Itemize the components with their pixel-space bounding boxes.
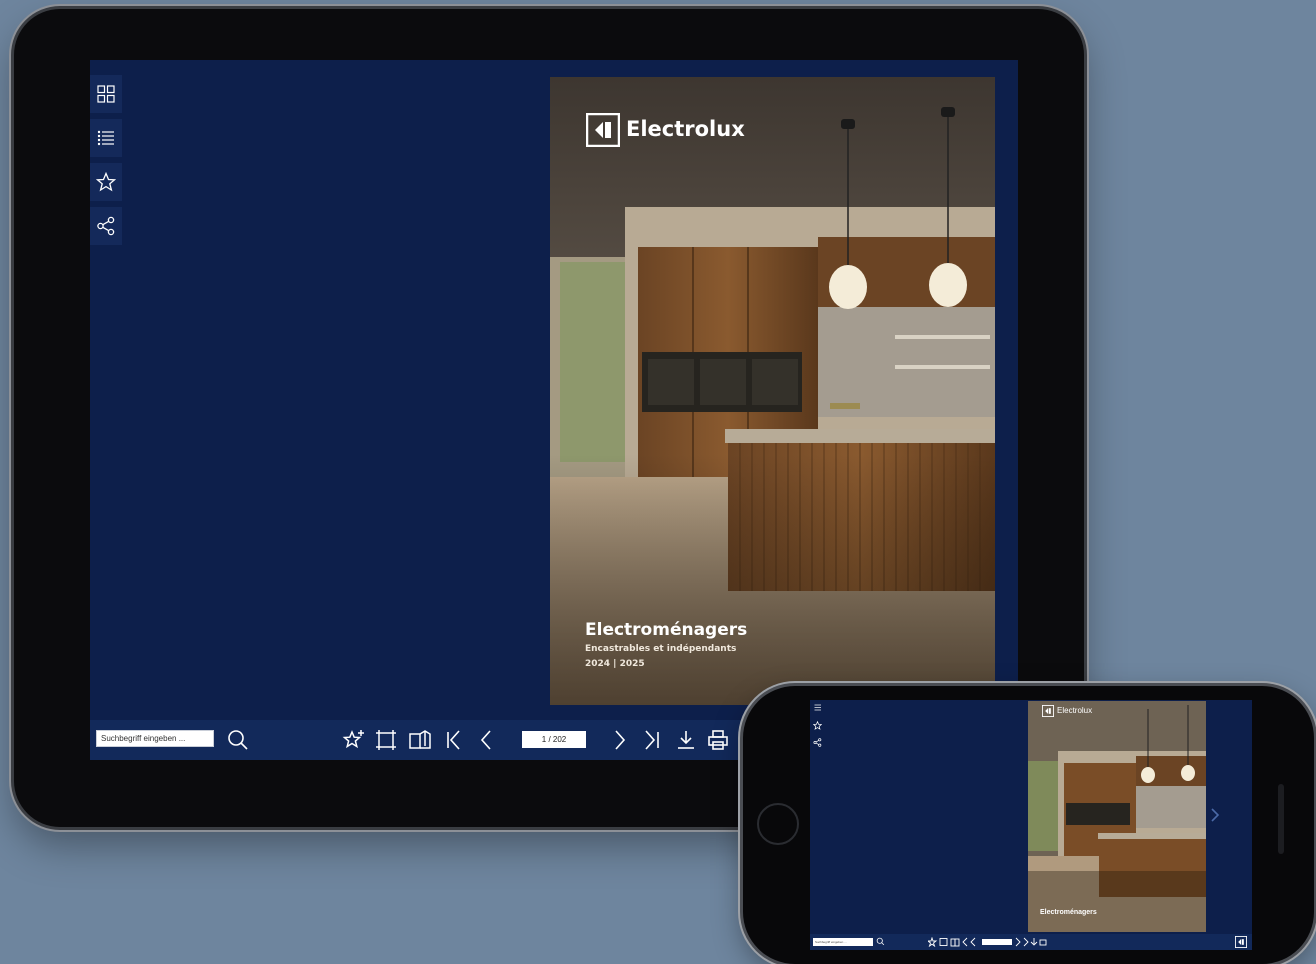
electrolux-logo-icon: [1042, 705, 1054, 717]
share-icon: [97, 216, 115, 236]
tablet-screen: Electrolux Electroménagers Encastrables …: [90, 60, 1018, 760]
share-icon[interactable]: [813, 738, 822, 747]
fullscreen-icon[interactable]: [374, 728, 398, 752]
electrolux-logo-icon: [586, 113, 620, 147]
kitchen-photo: [550, 77, 995, 705]
next-page-icon[interactable]: [608, 728, 632, 752]
last-page-icon[interactable]: [640, 728, 664, 752]
search-input[interactable]: Suchbegriff eingeben ...: [96, 730, 214, 747]
page-number-input[interactable]: 1 / 202: [522, 731, 586, 748]
star-icon[interactable]: [813, 721, 822, 730]
phone-toolbar: Suchbegriff eingeben ...: [810, 934, 1252, 950]
bookmarks-button[interactable]: [90, 163, 122, 201]
phone-speaker: [1278, 784, 1284, 854]
cover-subtitle: Encastrables et indépendants: [585, 644, 737, 654]
cover-title: Electroménagers: [585, 620, 748, 640]
cover-title: Electroménagers: [1040, 909, 1097, 916]
phone-device: Electrolux Electroménagers Suchbegriff e…: [743, 686, 1314, 964]
brand-name: Electrolux: [626, 117, 745, 141]
grid-icon: [97, 85, 115, 103]
cover-year: 2024 | 2025: [585, 659, 645, 669]
download-icon[interactable]: [674, 728, 698, 752]
brand-name: Electrolux: [1057, 706, 1093, 715]
double-page-icon[interactable]: [408, 728, 432, 752]
list-icon[interactable]: [813, 703, 822, 712]
thumbnails-button[interactable]: [90, 75, 122, 113]
search-input[interactable]: Suchbegriff eingeben ...: [813, 938, 873, 946]
toolbar-controls[interactable]: [928, 937, 1048, 947]
kitchen-photo: [1028, 701, 1206, 932]
search-icon[interactable]: [226, 728, 250, 752]
phone-screen: Electrolux Electroménagers Suchbegriff e…: [810, 700, 1252, 950]
search-icon[interactable]: [876, 937, 885, 946]
home-button: [757, 803, 799, 845]
star-icon: [96, 172, 116, 192]
previous-page-icon[interactable]: [474, 728, 498, 752]
catalog-cover-page[interactable]: Electrolux Electroménagers Encastrables …: [550, 77, 995, 705]
list-icon: [97, 130, 114, 146]
share-button[interactable]: [90, 207, 122, 245]
electrolux-logo-icon: [1235, 936, 1247, 948]
first-page-icon[interactable]: [442, 728, 466, 752]
table-of-contents-button[interactable]: [90, 119, 122, 157]
print-icon[interactable]: [706, 728, 730, 752]
add-bookmark-icon[interactable]: [342, 728, 366, 752]
next-page-icon[interactable]: [1210, 808, 1220, 822]
sidebar: [90, 75, 122, 245]
phone-catalog-cover[interactable]: Electrolux Electroménagers: [1028, 701, 1206, 932]
